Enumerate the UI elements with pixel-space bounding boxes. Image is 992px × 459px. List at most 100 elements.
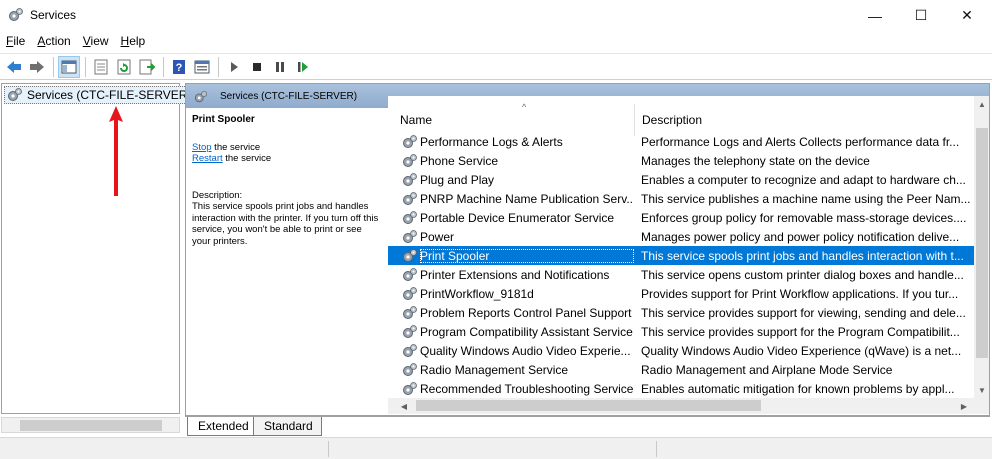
red-arrow-annotation (109, 106, 123, 196)
service-gear-icon (402, 362, 418, 378)
service-description-cell: This service provides support for the Pr… (641, 324, 960, 339)
table-row[interactable]: Portable Device Enumerator Service Enforc… (388, 208, 974, 227)
table-row[interactable]: Quality Windows Audio Video Experie... Qu… (388, 341, 974, 360)
service-rows: Performance Logs & Alerts Performance Log… (388, 132, 974, 398)
start-service-button[interactable] (223, 56, 245, 78)
scrollbar-thumb[interactable] (20, 420, 162, 431)
services-gear-icon (8, 88, 22, 101)
menu-label: iew (90, 34, 109, 48)
menu-action[interactable]: Action (31, 32, 76, 52)
maximize-button[interactable]: ☐ (898, 0, 944, 31)
service-description-cell: Provides support for Print Workflow appl… (641, 286, 959, 301)
refresh-button[interactable] (113, 56, 135, 78)
restart-service-link[interactable]: Restart (192, 153, 223, 164)
description-text: This service spools print jobs and handl… (192, 201, 379, 247)
show-hide-action-pane-icon (194, 60, 210, 73)
table-row[interactable]: Plug and Play Enables a computer to recog… (388, 170, 974, 189)
service-name-cell: Performance Logs & Alerts (420, 134, 563, 149)
service-name-cell: Phone Service (420, 153, 499, 168)
toolbar-separator (53, 56, 54, 77)
service-description-cell: Enables automatic mitigation for known p… (641, 381, 955, 396)
list-vertical-scrollbar[interactable]: ▲ ▼ (974, 96, 989, 398)
maximize-icon: ☐ (914, 7, 928, 23)
menu-file[interactable]: File (0, 32, 31, 52)
scroll-left-icon[interactable]: ◀ (396, 398, 412, 414)
back-button[interactable] (3, 56, 25, 78)
title-bar: Services — ☐ ✕ (0, 0, 992, 32)
close-button[interactable]: ✕ (944, 0, 990, 31)
service-description-cell: Radio Management and Airplane Mode Servi… (641, 362, 893, 377)
service-name-cell: PNRP Machine Name Publication Serv... (420, 191, 634, 206)
services-main-pane: Services (CTC-FILE-SERVER) Print Spooler… (185, 83, 990, 416)
scrollbar-thumb[interactable] (416, 400, 761, 411)
toolbar-separator (218, 56, 219, 77)
toolbar-separator (85, 56, 86, 77)
service-gear-icon (402, 248, 418, 264)
tree-node-services-root[interactable]: Services (CTC-FILE-SERVER) (4, 86, 196, 104)
status-bar-divider (328, 441, 329, 457)
list-horizontal-scrollbar[interactable]: ◀ ▶ (388, 398, 989, 414)
service-gear-icon (402, 324, 418, 340)
menu-accelerator: V (82, 34, 91, 48)
close-icon: ✕ (961, 7, 973, 23)
stop-service-icon (253, 62, 261, 71)
menu-label: ile (13, 34, 26, 48)
table-row[interactable]: Phone Service Manages the telephony state… (388, 151, 974, 170)
table-row[interactable]: Recommended Troubleshooting Service Enabl… (388, 379, 974, 398)
back-arrow-icon (7, 60, 21, 73)
service-gear-icon (402, 343, 418, 359)
export-list-button[interactable] (136, 56, 158, 78)
status-bar-divider (656, 441, 657, 457)
table-row[interactable]: Power Manages power policy and power poli… (388, 227, 974, 246)
service-name-cell: Recommended Troubleshooting Service (420, 381, 634, 396)
table-row[interactable]: Printer Extensions and Notifications This… (388, 265, 974, 284)
minimize-button[interactable]: — (852, 0, 898, 31)
pause-service-button[interactable] (269, 56, 291, 78)
stop-service-link[interactable]: Stop (192, 142, 212, 153)
menu-view[interactable]: View (77, 32, 115, 52)
window-title: Services (30, 8, 77, 22)
tree-horizontal-scrollbar[interactable] (1, 417, 180, 433)
show-hide-console-tree-button[interactable] (58, 55, 80, 78)
column-header-description-label: Description (642, 113, 703, 127)
service-name-cell: Problem Reports Control Panel Support (420, 305, 632, 320)
show-hide-action-pane-button[interactable] (191, 56, 213, 78)
tab-standard[interactable]: Standard (253, 417, 322, 436)
service-name-cell: Quality Windows Audio Video Experie... (420, 343, 631, 358)
service-gear-icon (402, 172, 418, 188)
scroll-down-icon[interactable]: ▼ (974, 382, 989, 398)
service-gear-icon (402, 210, 418, 226)
scroll-up-icon[interactable]: ▲ (974, 96, 989, 112)
scrollbar-thumb[interactable] (976, 128, 988, 358)
service-name-cell: Power (420, 229, 455, 244)
forward-button[interactable] (26, 56, 48, 78)
table-row[interactable]: Radio Management Service Radio Management… (388, 360, 974, 379)
service-gear-icon (402, 305, 418, 321)
service-description-cell: Manages the telephony state on the devic… (641, 153, 870, 168)
scroll-right-icon[interactable]: ▶ (956, 398, 972, 414)
minimize-icon: — (868, 7, 882, 24)
service-name-cell: Radio Management Service (420, 362, 569, 377)
tab-extended[interactable]: Extended (187, 417, 257, 436)
forward-arrow-icon (30, 60, 44, 73)
restart-service-button[interactable] (292, 56, 314, 78)
service-description-cell: This service publishes a machine name us… (641, 191, 971, 206)
table-row[interactable]: PrintWorkflow_9181d Provides support for … (388, 284, 974, 303)
service-details-panel: Print Spooler Stop the service Restart t… (186, 108, 388, 415)
properties-icon (94, 59, 108, 74)
table-row[interactable]: PNRP Machine Name Publication Serv... Thi… (388, 189, 974, 208)
restart-service-line: Restart the service (192, 153, 382, 165)
service-name-cell: Print Spooler (420, 248, 634, 263)
service-name-cell: Plug and Play (420, 172, 495, 187)
start-service-icon (231, 61, 238, 72)
service-gear-icon (402, 134, 418, 150)
table-row[interactable]: Program Compatibility Assistant Service T… (388, 322, 974, 341)
table-row[interactable]: Print Spooler This service spools print j… (388, 246, 974, 265)
properties-button[interactable] (90, 56, 112, 78)
services-list: ^ Name Description Performance Logs & Al… (388, 96, 974, 398)
menu-help[interactable]: Help (115, 32, 152, 52)
help-button[interactable]: ? (168, 56, 190, 78)
table-row[interactable]: Performance Logs & Alerts Performance Log… (388, 132, 974, 151)
stop-service-button[interactable] (246, 56, 268, 78)
table-row[interactable]: Problem Reports Control Panel Support Thi… (388, 303, 974, 322)
